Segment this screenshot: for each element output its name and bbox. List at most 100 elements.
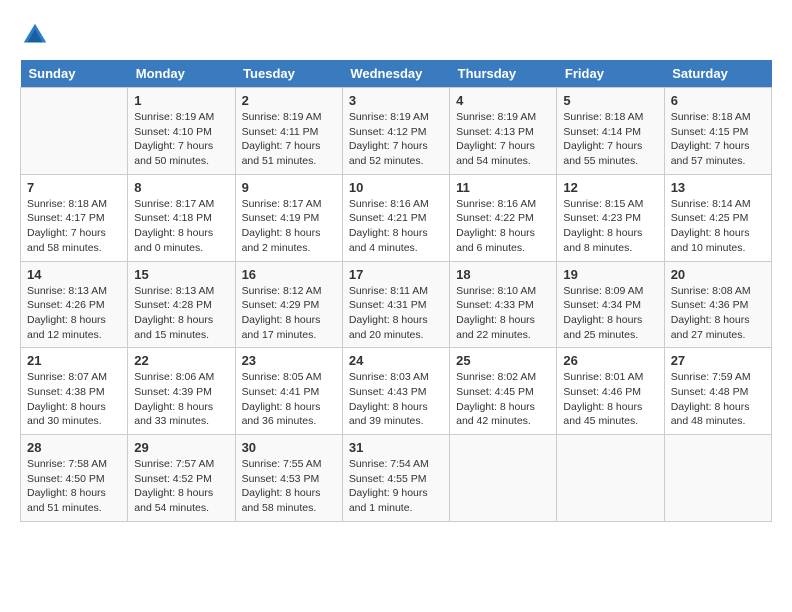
day-number: 12: [563, 180, 657, 195]
day-number: 15: [134, 267, 228, 282]
day-info: Sunrise: 8:07 AM Sunset: 4:38 PM Dayligh…: [27, 370, 121, 429]
logo-icon: [20, 20, 50, 50]
calendar-cell: 21Sunrise: 8:07 AM Sunset: 4:38 PM Dayli…: [21, 348, 128, 435]
day-info: Sunrise: 8:15 AM Sunset: 4:23 PM Dayligh…: [563, 197, 657, 256]
day-number: 16: [242, 267, 336, 282]
calendar-cell: 13 Sunrise: 8:14 AM Sunset: 4:25 PM Dayli…: [664, 174, 771, 261]
day-info: Sunrise: 7:55 AM Sunset: 4:53 PM Dayligh…: [242, 457, 336, 516]
day-info: Sunrise: 8:09 AM Sunset: 4:34 PM Dayligh…: [563, 284, 657, 343]
day-number: 20: [671, 267, 765, 282]
day-info: Sunrise: 8:17 AM Sunset: 4:19 PM Dayligh…: [242, 197, 336, 256]
page-header: [20, 20, 772, 50]
day-number: 3: [349, 93, 443, 108]
header-friday: Friday: [557, 60, 664, 88]
header-sunday: Sunday: [21, 60, 128, 88]
calendar-cell: 3 Sunrise: 8:19 AM Sunset: 4:12 PM Daylig…: [342, 88, 449, 175]
day-number: 11: [456, 180, 550, 195]
calendar-week-row: 21Sunrise: 8:07 AM Sunset: 4:38 PM Dayli…: [21, 348, 772, 435]
calendar-cell: 17 Sunrise: 8:11 AM Sunset: 4:31 PM Dayli…: [342, 261, 449, 348]
calendar-cell: 20 Sunrise: 8:08 AM Sunset: 4:36 PM Dayli…: [664, 261, 771, 348]
calendar-cell: 12 Sunrise: 8:15 AM Sunset: 4:23 PM Dayli…: [557, 174, 664, 261]
day-number: 28: [27, 440, 121, 455]
calendar-cell: 7 Sunrise: 8:18 AM Sunset: 4:17 PM Daylig…: [21, 174, 128, 261]
calendar-cell: 28Sunrise: 7:58 AM Sunset: 4:50 PM Dayli…: [21, 435, 128, 522]
calendar-cell: 24Sunrise: 8:03 AM Sunset: 4:43 PM Dayli…: [342, 348, 449, 435]
header-thursday: Thursday: [450, 60, 557, 88]
calendar-week-row: 1 Sunrise: 8:19 AM Sunset: 4:10 PM Daylig…: [21, 88, 772, 175]
day-info: Sunrise: 8:05 AM Sunset: 4:41 PM Dayligh…: [242, 370, 336, 429]
day-info: Sunrise: 7:57 AM Sunset: 4:52 PM Dayligh…: [134, 457, 228, 516]
day-info: Sunrise: 8:18 AM Sunset: 4:14 PM Dayligh…: [563, 110, 657, 169]
header-wednesday: Wednesday: [342, 60, 449, 88]
calendar-cell: 14 Sunrise: 8:13 AM Sunset: 4:26 PM Dayli…: [21, 261, 128, 348]
day-number: 6: [671, 93, 765, 108]
day-info: Sunrise: 8:19 AM Sunset: 4:11 PM Dayligh…: [242, 110, 336, 169]
day-info: Sunrise: 8:19 AM Sunset: 4:12 PM Dayligh…: [349, 110, 443, 169]
day-number: 13: [671, 180, 765, 195]
day-number: 4: [456, 93, 550, 108]
day-info: Sunrise: 8:19 AM Sunset: 4:10 PM Dayligh…: [134, 110, 228, 169]
day-info: Sunrise: 8:01 AM Sunset: 4:46 PM Dayligh…: [563, 370, 657, 429]
day-info: Sunrise: 8:13 AM Sunset: 4:26 PM Dayligh…: [27, 284, 121, 343]
calendar-cell: [450, 435, 557, 522]
day-info: Sunrise: 7:59 AM Sunset: 4:48 PM Dayligh…: [671, 370, 765, 429]
day-number: 9: [242, 180, 336, 195]
calendar-cell: 15Sunrise: 8:13 AM Sunset: 4:28 PM Dayli…: [128, 261, 235, 348]
day-info: Sunrise: 8:06 AM Sunset: 4:39 PM Dayligh…: [134, 370, 228, 429]
day-info: Sunrise: 8:19 AM Sunset: 4:13 PM Dayligh…: [456, 110, 550, 169]
day-info: Sunrise: 8:18 AM Sunset: 4:15 PM Dayligh…: [671, 110, 765, 169]
calendar-cell: 29 Sunrise: 7:57 AM Sunset: 4:52 PM Dayli…: [128, 435, 235, 522]
logo: [20, 20, 54, 50]
day-number: 7: [27, 180, 121, 195]
day-number: 29: [134, 440, 228, 455]
calendar-cell: 19 Sunrise: 8:09 AM Sunset: 4:34 PM Dayli…: [557, 261, 664, 348]
day-number: 24: [349, 353, 443, 368]
day-info: Sunrise: 8:17 AM Sunset: 4:18 PM Dayligh…: [134, 197, 228, 256]
day-number: 1: [134, 93, 228, 108]
calendar-cell: 5Sunrise: 8:18 AM Sunset: 4:14 PM Daylig…: [557, 88, 664, 175]
day-number: 10: [349, 180, 443, 195]
calendar-cell: 26 Sunrise: 8:01 AM Sunset: 4:46 PM Dayli…: [557, 348, 664, 435]
calendar-header-row: SundayMondayTuesdayWednesdayThursdayFrid…: [21, 60, 772, 88]
day-number: 18: [456, 267, 550, 282]
calendar-cell: [664, 435, 771, 522]
day-info: Sunrise: 8:16 AM Sunset: 4:22 PM Dayligh…: [456, 197, 550, 256]
day-number: 27: [671, 353, 765, 368]
day-number: 26: [563, 353, 657, 368]
header-tuesday: Tuesday: [235, 60, 342, 88]
calendar-cell: 31Sunrise: 7:54 AM Sunset: 4:55 PM Dayli…: [342, 435, 449, 522]
header-saturday: Saturday: [664, 60, 771, 88]
calendar-week-row: 7 Sunrise: 8:18 AM Sunset: 4:17 PM Daylig…: [21, 174, 772, 261]
calendar-week-row: 14 Sunrise: 8:13 AM Sunset: 4:26 PM Dayli…: [21, 261, 772, 348]
day-number: 17: [349, 267, 443, 282]
day-info: Sunrise: 8:16 AM Sunset: 4:21 PM Dayligh…: [349, 197, 443, 256]
day-info: Sunrise: 8:11 AM Sunset: 4:31 PM Dayligh…: [349, 284, 443, 343]
day-info: Sunrise: 8:10 AM Sunset: 4:33 PM Dayligh…: [456, 284, 550, 343]
day-number: 14: [27, 267, 121, 282]
calendar-cell: 1 Sunrise: 8:19 AM Sunset: 4:10 PM Daylig…: [128, 88, 235, 175]
calendar-cell: 6 Sunrise: 8:18 AM Sunset: 4:15 PM Daylig…: [664, 88, 771, 175]
day-info: Sunrise: 8:18 AM Sunset: 4:17 PM Dayligh…: [27, 197, 121, 256]
calendar-table: SundayMondayTuesdayWednesdayThursdayFrid…: [20, 60, 772, 522]
day-info: Sunrise: 8:14 AM Sunset: 4:25 PM Dayligh…: [671, 197, 765, 256]
calendar-cell: 8Sunrise: 8:17 AM Sunset: 4:18 PM Daylig…: [128, 174, 235, 261]
calendar-cell: 9 Sunrise: 8:17 AM Sunset: 4:19 PM Daylig…: [235, 174, 342, 261]
day-info: Sunrise: 8:08 AM Sunset: 4:36 PM Dayligh…: [671, 284, 765, 343]
calendar-cell: 22 Sunrise: 8:06 AM Sunset: 4:39 PM Dayli…: [128, 348, 235, 435]
calendar-cell: [557, 435, 664, 522]
calendar-cell: 25 Sunrise: 8:02 AM Sunset: 4:45 PM Dayli…: [450, 348, 557, 435]
calendar-cell: 4 Sunrise: 8:19 AM Sunset: 4:13 PM Daylig…: [450, 88, 557, 175]
calendar-cell: 10 Sunrise: 8:16 AM Sunset: 4:21 PM Dayli…: [342, 174, 449, 261]
calendar-cell: 23 Sunrise: 8:05 AM Sunset: 4:41 PM Dayli…: [235, 348, 342, 435]
calendar-cell: 18 Sunrise: 8:10 AM Sunset: 4:33 PM Dayli…: [450, 261, 557, 348]
day-number: 23: [242, 353, 336, 368]
calendar-week-row: 28Sunrise: 7:58 AM Sunset: 4:50 PM Dayli…: [21, 435, 772, 522]
day-number: 31: [349, 440, 443, 455]
calendar-cell: 11 Sunrise: 8:16 AM Sunset: 4:22 PM Dayli…: [450, 174, 557, 261]
calendar-cell: 27 Sunrise: 7:59 AM Sunset: 4:48 PM Dayli…: [664, 348, 771, 435]
day-info: Sunrise: 8:12 AM Sunset: 4:29 PM Dayligh…: [242, 284, 336, 343]
day-number: 25: [456, 353, 550, 368]
day-number: 19: [563, 267, 657, 282]
day-number: 22: [134, 353, 228, 368]
day-info: Sunrise: 8:02 AM Sunset: 4:45 PM Dayligh…: [456, 370, 550, 429]
